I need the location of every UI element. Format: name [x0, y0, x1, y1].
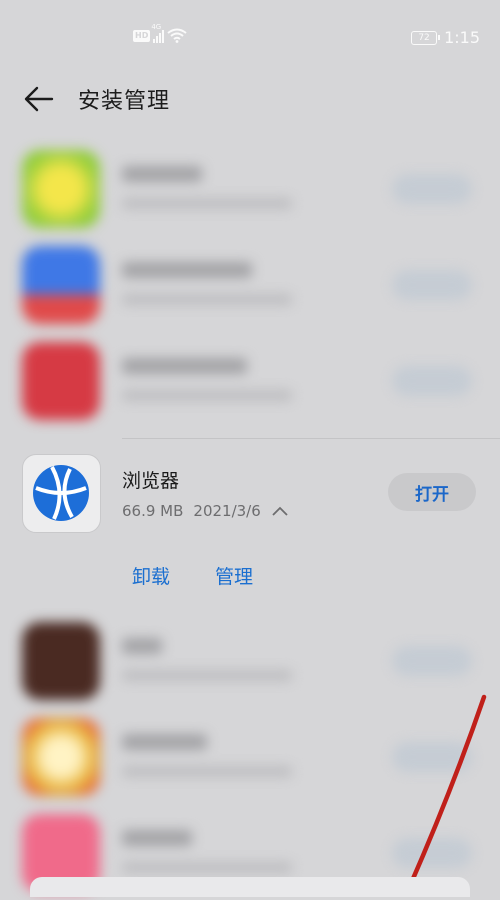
annotation-stroke	[406, 694, 487, 888]
bottom-sheet-edge	[30, 877, 470, 897]
